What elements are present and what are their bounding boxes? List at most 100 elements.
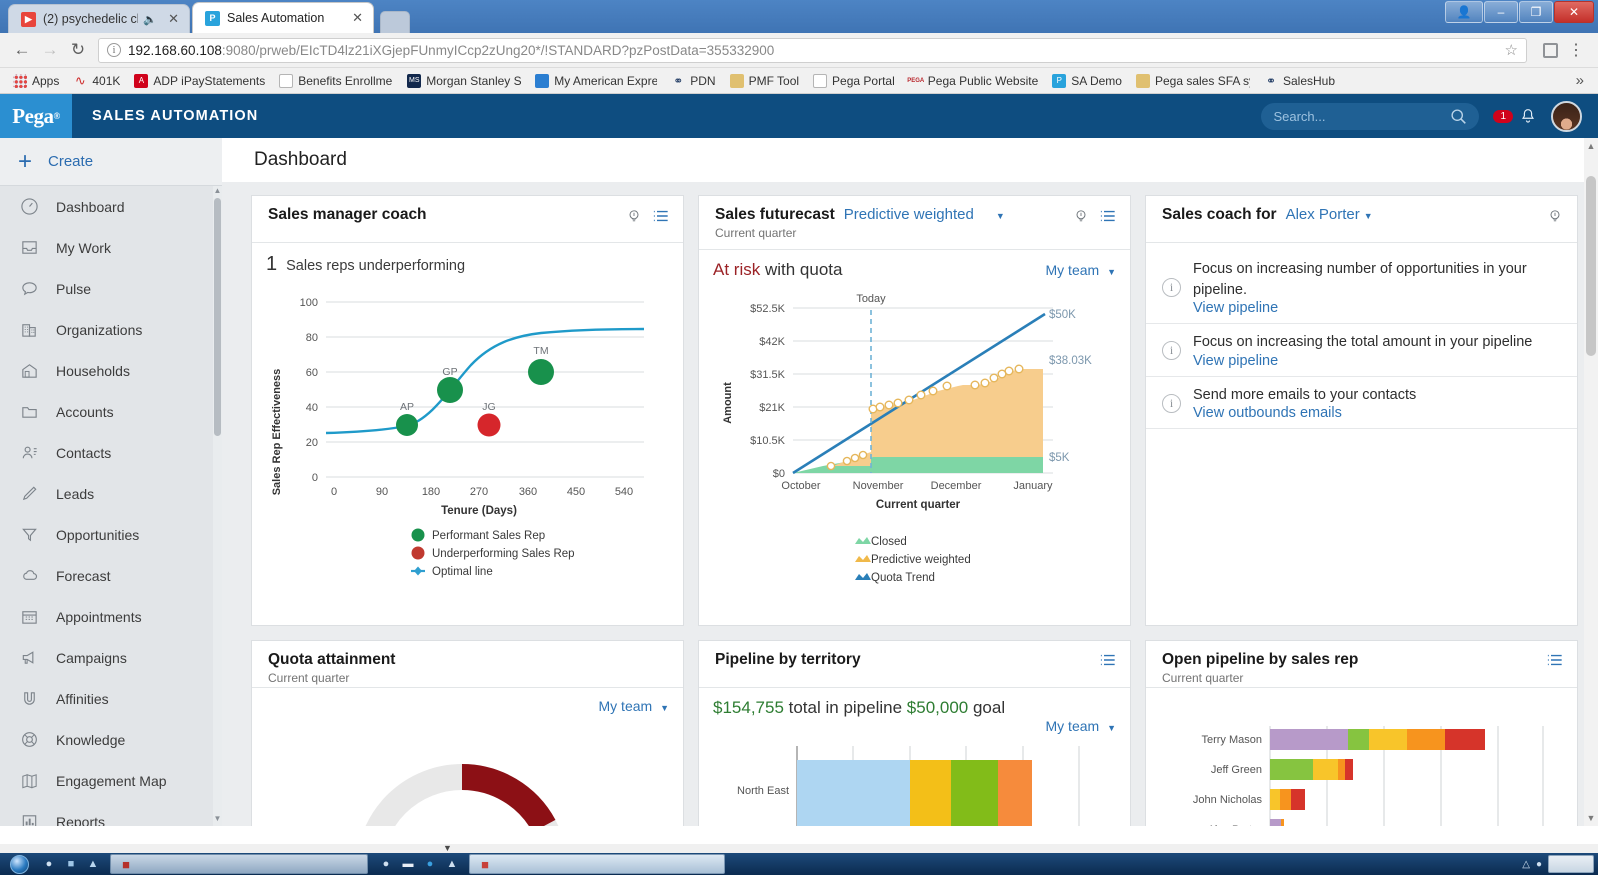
speaker-icon[interactable]: 🔈 <box>143 13 157 26</box>
close-icon[interactable]: ✕ <box>1554 1 1594 23</box>
taskbar-icon[interactable]: ▬ <box>397 858 419 870</box>
browser-tab-2[interactable]: P Sales Automation ✕ <box>192 2 374 33</box>
sidebar-item-organizations[interactable]: Organizations <box>0 309 222 350</box>
bookmark-saleshub[interactable]: ⚭ SalesHub <box>1257 74 1342 88</box>
bookmark-morgan-stanley[interactable]: MS Morgan Stanley Stock <box>400 74 528 88</box>
list-icon[interactable] <box>1547 653 1563 667</box>
list-item[interactable]: i Focus on increasing the total amount i… <box>1146 324 1577 377</box>
bookmark-sa-demo[interactable]: P SA Demo <box>1045 74 1129 88</box>
pega-logo[interactable]: Pega® <box>0 94 72 138</box>
user-icon[interactable]: 👤 <box>1445 1 1483 23</box>
taskbar-window[interactable]: ■ <box>469 854 725 874</box>
coach-person-dropdown[interactable]: Alex Porter <box>1286 206 1360 223</box>
sidebar-scrollbar[interactable]: ▲ ▼ <box>213 186 222 826</box>
close-icon[interactable]: ✕ <box>352 10 363 26</box>
bookmark-pega-portal[interactable]: Pega Portal <box>806 74 902 88</box>
close-icon[interactable]: ✕ <box>168 11 179 27</box>
scroll-down-icon[interactable]: ▼ <box>1584 810 1598 826</box>
maximize-icon[interactable]: ❐ <box>1519 1 1553 23</box>
browser-tab-1[interactable]: ▶ (2) psychedelic chillou 🔈 ✕ <box>8 4 190 33</box>
sidebar-item-leads[interactable]: Leads <box>0 473 222 514</box>
sidebar-item-engagement-map[interactable]: Engagement Map <box>0 760 222 801</box>
taskbar-icon[interactable]: ● <box>419 858 441 870</box>
taskbar-icon[interactable]: ▲ <box>441 858 463 870</box>
clock[interactable] <box>1548 855 1594 873</box>
bookmark-benefits[interactable]: Benefits Enrollment C <box>272 74 400 88</box>
site-info-icon[interactable]: i <box>107 43 121 57</box>
bookmark-pega-public-website[interactable]: PEGA Pega Public Website <box>902 74 1046 88</box>
sidebar-item-forecast[interactable]: Forecast <box>0 555 222 596</box>
sidebar-item-my-work[interactable]: My Work <box>0 227 222 268</box>
tray-icon[interactable]: △ <box>1522 859 1530 870</box>
sidebar-item-pulse[interactable]: Pulse <box>0 268 222 309</box>
main-scrollbar[interactable]: ▲ ▼ <box>1584 138 1598 826</box>
bookmark-401k[interactable]: ∿ 401K <box>66 74 127 88</box>
scope-dropdown[interactable]: My team ▼ <box>1046 718 1117 734</box>
sidebar-item-reports[interactable]: Reports <box>0 801 222 826</box>
lightbulb-icon[interactable] <box>1547 208 1563 224</box>
sidebar-item-households[interactable]: Households <box>0 350 222 391</box>
create-button[interactable]: + Create <box>0 138 222 186</box>
list-icon[interactable] <box>1100 653 1116 667</box>
back-arrow-icon[interactable]: ← <box>8 36 36 64</box>
list-icon[interactable] <box>653 209 669 223</box>
minimize-icon[interactable]: – <box>1484 1 1518 23</box>
star-icon[interactable]: ☆ <box>1505 41 1518 59</box>
chevron-down-icon: ▼ <box>1107 723 1116 733</box>
notifications[interactable]: 1 <box>1493 107 1537 125</box>
list-item[interactable]: i Focus on increasing number of opportun… <box>1146 251 1577 324</box>
lightbulb-icon[interactable] <box>626 208 642 224</box>
bookmark-adp[interactable]: A ADP iPayStatements <box>127 74 272 88</box>
taskbar-icon[interactable]: ▲ <box>82 858 104 870</box>
recommendation-link[interactable]: View outbounds emails <box>1193 405 1342 421</box>
taskbar-icon[interactable]: ● <box>38 858 60 870</box>
search-input[interactable]: Search... <box>1261 103 1479 130</box>
chevron-down-icon[interactable]: ▼ <box>1364 211 1373 221</box>
scope-dropdown[interactable]: My team ▼ <box>599 698 670 714</box>
inbox-icon <box>18 237 40 259</box>
sidebar-item-knowledge[interactable]: Knowledge <box>0 719 222 760</box>
sidebar-item-appointments[interactable]: Appointments <box>0 596 222 637</box>
kebab-menu-icon[interactable]: ⋮ <box>1562 40 1590 60</box>
bell-icon[interactable] <box>1519 107 1537 125</box>
scope-dropdown[interactable]: My team ▼ <box>1046 262 1117 278</box>
start-button[interactable] <box>0 853 38 875</box>
list-item[interactable]: i Send more emails to your contacts View… <box>1146 377 1577 430</box>
bookmark-pega-sales-sfa[interactable]: Pega sales SFA system <box>1129 74 1257 88</box>
lightbulb-icon[interactable] <box>1073 208 1089 224</box>
chevron-down-icon[interactable]: ▼ <box>996 211 1005 221</box>
reload-icon[interactable]: ↻ <box>64 36 92 64</box>
address-bar[interactable]: i 192.168.60.108:9080/prweb/EIcTD4lz21iX… <box>98 38 1527 63</box>
sidebar-item-affinities[interactable]: Affinities <box>0 678 222 719</box>
main-scroll-thumb[interactable] <box>1586 176 1596 356</box>
bookmark-apps[interactable]: Apps <box>6 74 66 88</box>
taskbar-window[interactable]: ■ <box>110 854 368 874</box>
search-icon[interactable] <box>1450 108 1467 125</box>
scroll-up-icon[interactable]: ▲ <box>1584 138 1598 154</box>
taskbar-icon[interactable]: ● <box>375 858 397 870</box>
sidebar-item-label: My Work <box>56 240 111 256</box>
avatar[interactable] <box>1551 101 1582 132</box>
bookmark-amex[interactable]: My American Express <box>528 74 664 88</box>
taskbar-icon[interactable]: ■ <box>60 858 82 870</box>
sidebar-item-campaigns[interactable]: Campaigns <box>0 637 222 678</box>
sidebar-scroll-thumb[interactable] <box>214 198 221 436</box>
tray-icon[interactable]: ● <box>1536 859 1542 870</box>
new-tab-button[interactable] <box>380 11 410 33</box>
sidebar-item-opportunities[interactable]: Opportunities <box>0 514 222 555</box>
scroll-up-icon[interactable]: ▲ <box>213 186 222 198</box>
sidebar-item-accounts[interactable]: Accounts <box>0 391 222 432</box>
bookmarks-overflow-icon[interactable]: » <box>1568 72 1592 89</box>
extension-icon[interactable] <box>1538 39 1562 61</box>
sidebar-item-contacts[interactable]: Contacts <box>0 432 222 473</box>
scroll-down-icon[interactable]: ▼ <box>213 814 222 826</box>
futurecast-mode-dropdown[interactable]: Predictive weighted <box>844 206 974 223</box>
recommendation-link[interactable]: View pipeline <box>1193 353 1278 369</box>
bookmark-pdn[interactable]: ⚭ PDN <box>664 74 722 88</box>
list-icon[interactable] <box>1100 209 1116 223</box>
recommendation-link[interactable]: View pipeline <box>1193 300 1278 316</box>
sidebar-item-dashboard[interactable]: Dashboard <box>0 186 222 227</box>
forward-arrow-icon[interactable]: → <box>36 36 64 64</box>
bookmark-pmf-tool[interactable]: PMF Tool <box>723 74 806 88</box>
chevron-down-icon[interactable]: ▼ <box>443 843 452 853</box>
